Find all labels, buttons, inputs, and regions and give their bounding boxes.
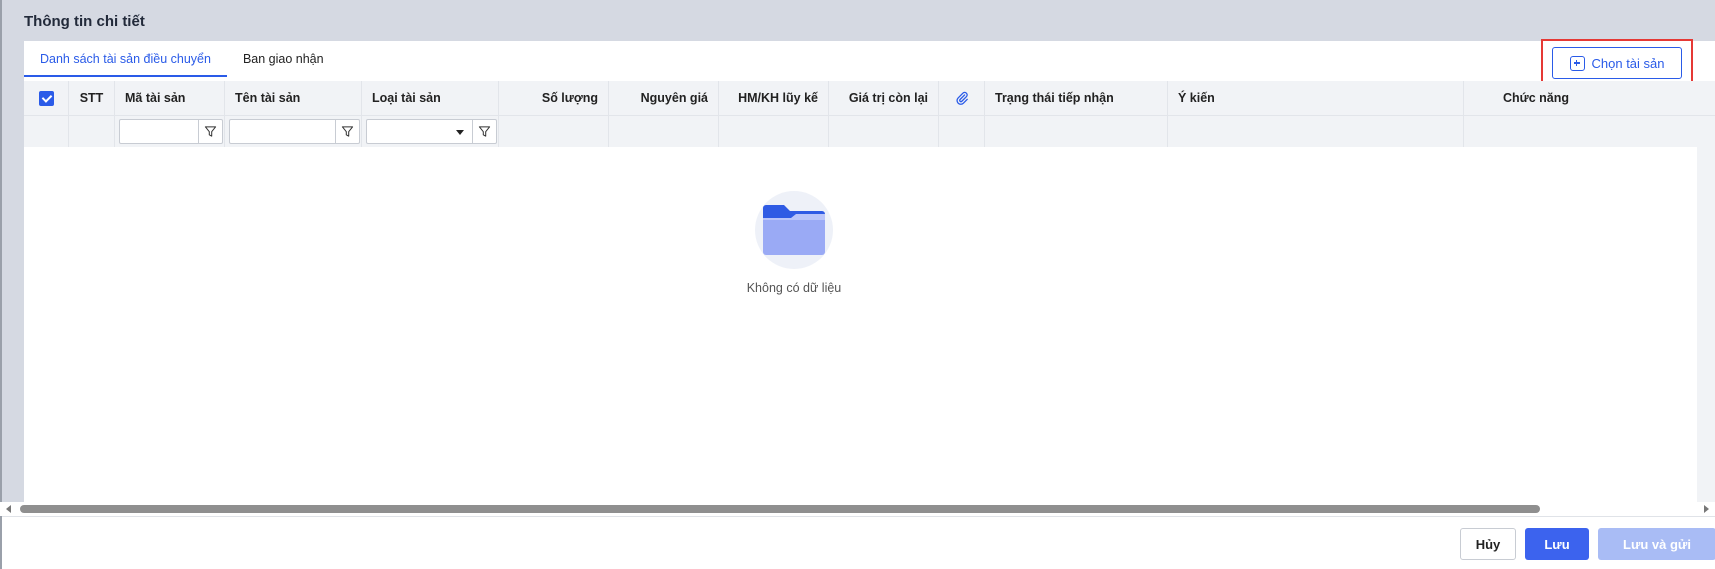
plus-square-icon	[1569, 55, 1585, 71]
save-and-send-button[interactable]: Lưu và gửi	[1598, 528, 1715, 560]
col-header-asset-code[interactable]: Mã tài sản	[115, 81, 225, 115]
dropdown-caret-icon	[456, 130, 464, 135]
scroll-right-arrow-icon[interactable]	[1704, 505, 1709, 513]
col-header-attachment	[939, 81, 985, 115]
filter-cell-empty	[985, 116, 1168, 147]
filter-cell-empty	[69, 116, 115, 147]
tab-bar: Danh sách tài sản điều chuyển Ban giao n…	[24, 41, 340, 77]
col-header-quantity[interactable]: Số lượng	[499, 81, 609, 115]
choose-asset-button[interactable]: Chọn tài sản	[1552, 47, 1682, 79]
filter-cell-empty	[499, 116, 609, 147]
filter-icon	[341, 126, 354, 137]
detail-panel: Danh sách tài sản điều chuyển Ban giao n…	[24, 39, 1715, 543]
filter-cell-asset-name	[225, 116, 362, 147]
tab-handover-committee[interactable]: Ban giao nhận	[227, 41, 340, 77]
section-title: Thông tin chi tiết	[24, 13, 145, 30]
col-header-asset-name[interactable]: Tên tài sản	[225, 81, 362, 115]
folder-icon	[763, 205, 825, 255]
window-edge	[0, 0, 2, 569]
filter-cell-empty	[939, 116, 985, 147]
tab-transfer-assets[interactable]: Danh sách tài sản điều chuyển	[24, 41, 227, 77]
col-header-original-cost[interactable]: Nguyên giá	[609, 81, 719, 115]
vertical-scrollbar[interactable]	[1697, 147, 1715, 511]
filter-icon	[204, 126, 217, 137]
filter-cell-asset-code	[115, 116, 225, 147]
filter-cell-asset-type	[362, 116, 499, 147]
empty-state-text: Không có dữ liệu	[746, 281, 842, 295]
table-header: STT Mã tài sản Tên tài sản Loại tài sản …	[24, 81, 1715, 115]
choose-asset-label: Chọn tài sản	[1591, 55, 1665, 71]
filter-cell-empty	[609, 116, 719, 147]
paperclip-icon	[955, 91, 968, 105]
col-header-stt: STT	[69, 81, 115, 115]
col-header-remaining-value[interactable]: Giá trị còn lại	[829, 81, 939, 115]
cancel-button[interactable]: Hủy	[1460, 528, 1516, 560]
asset-type-filter-select[interactable]	[366, 119, 473, 144]
filter-icon	[478, 126, 491, 137]
table-body: Không có dữ liệu	[24, 147, 1715, 511]
col-header-accum-depreciation[interactable]: HM/KH lũy kế	[719, 81, 829, 115]
col-header-asset-type[interactable]: Loại tài sản	[362, 81, 499, 115]
scrollbar-thumb[interactable]	[20, 505, 1540, 513]
filter-cell-empty	[719, 116, 829, 147]
filter-cell-empty	[829, 116, 939, 147]
empty-state: Không có dữ liệu	[724, 191, 864, 295]
filter-cell-empty	[1464, 116, 1575, 147]
asset-code-filter-input[interactable]	[119, 119, 199, 144]
col-header-actions: Chức năng	[1503, 91, 1569, 105]
select-all-checkbox[interactable]	[38, 90, 54, 106]
empty-state-circle	[755, 191, 833, 269]
filter-cell-empty	[1168, 116, 1464, 147]
col-header-opinion[interactable]: Ý kiến	[1168, 81, 1464, 115]
col-header-receive-status[interactable]: Trạng thái tiếp nhận	[985, 81, 1168, 115]
horizontal-scrollbar[interactable]	[0, 502, 1715, 516]
asset-type-filter-button[interactable]	[473, 119, 497, 144]
save-button[interactable]: Lưu	[1525, 528, 1589, 560]
form-footer: Hủy Lưu Lưu và gửi	[2, 516, 1715, 569]
select-all-cell	[24, 81, 69, 115]
filter-row	[24, 115, 1715, 147]
scroll-left-arrow-icon[interactable]	[6, 505, 11, 513]
filter-cell-empty	[24, 116, 69, 147]
asset-name-filter-button[interactable]	[336, 119, 360, 144]
asset-name-filter-input[interactable]	[229, 119, 336, 144]
asset-code-filter-button[interactable]	[199, 119, 223, 144]
